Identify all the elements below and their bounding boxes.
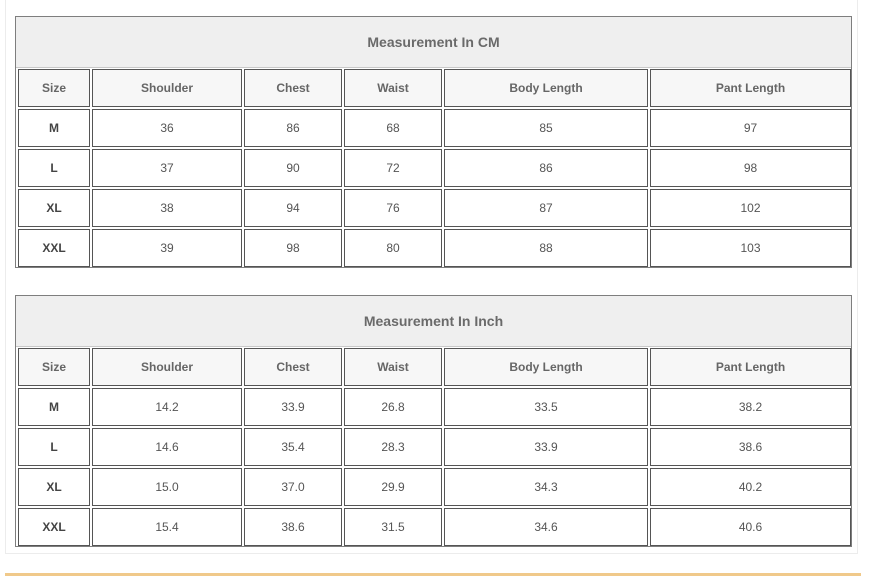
header-chest: Chest [244, 69, 342, 107]
shoulder-cell: 14.2 [92, 388, 242, 426]
header-waist: Waist [344, 69, 442, 107]
pant-length-cell: 38.6 [650, 428, 851, 466]
pant-length-cell: 103 [650, 229, 851, 267]
chest-cell: 90 [244, 149, 342, 187]
table-row: XL 38 94 76 87 102 [18, 189, 851, 227]
header-shoulder: Shoulder [92, 348, 242, 386]
table-row: XL 15.0 37.0 29.9 34.3 40.2 [18, 468, 851, 506]
size-cell: XL [18, 189, 90, 227]
pant-length-cell: 98 [650, 149, 851, 187]
header-size: Size [18, 69, 90, 107]
header-pant-length: Pant Length [650, 348, 851, 386]
table-row: XXL 39 98 80 88 103 [18, 229, 851, 267]
table-row: XXL 15.4 38.6 31.5 34.6 40.6 [18, 508, 851, 546]
body-length-cell: 85 [444, 109, 648, 147]
size-cell: XL [18, 468, 90, 506]
size-cell: M [18, 109, 90, 147]
chest-cell: 98 [244, 229, 342, 267]
size-cell: L [18, 428, 90, 466]
chest-cell: 37.0 [244, 468, 342, 506]
shoulder-cell: 15.0 [92, 468, 242, 506]
header-row: Size Shoulder Chest Waist Body Length Pa… [18, 348, 851, 386]
body-length-cell: 34.6 [444, 508, 648, 546]
shoulder-cell: 39 [92, 229, 242, 267]
waist-cell: 28.3 [344, 428, 442, 466]
waist-cell: 80 [344, 229, 442, 267]
shoulder-cell: 37 [92, 149, 242, 187]
shoulder-cell: 38 [92, 189, 242, 227]
size-cell: L [18, 149, 90, 187]
chest-cell: 38.6 [244, 508, 342, 546]
body-length-cell: 33.9 [444, 428, 648, 466]
body-length-cell: 88 [444, 229, 648, 267]
size-cell: XXL [18, 229, 90, 267]
header-body-length: Body Length [444, 69, 648, 107]
header-waist: Waist [344, 348, 442, 386]
header-chest: Chest [244, 348, 342, 386]
waist-cell: 72 [344, 149, 442, 187]
size-grid: Size Shoulder Chest Waist Body Length Pa… [16, 67, 853, 269]
pant-length-cell: 102 [650, 189, 851, 227]
shoulder-cell: 14.6 [92, 428, 242, 466]
waist-cell: 76 [344, 189, 442, 227]
body-length-cell: 87 [444, 189, 648, 227]
pant-length-cell: 40.6 [650, 508, 851, 546]
shoulder-cell: 36 [92, 109, 242, 147]
header-row: Size Shoulder Chest Waist Body Length Pa… [18, 69, 851, 107]
shoulder-cell: 15.4 [92, 508, 242, 546]
chest-cell: 33.9 [244, 388, 342, 426]
cm-measurement-table: Measurement In CM Size Shoulder Chest Wa… [15, 16, 852, 268]
table-row: M 36 86 68 85 97 [18, 109, 851, 147]
pant-length-cell: 38.2 [650, 388, 851, 426]
header-shoulder: Shoulder [92, 69, 242, 107]
body-length-cell: 34.3 [444, 468, 648, 506]
chest-cell: 86 [244, 109, 342, 147]
table-caption: Measurement In Inch [16, 296, 851, 347]
header-size: Size [18, 348, 90, 386]
inch-measurement-table: Measurement In Inch Size Shoulder Chest … [15, 295, 852, 547]
waist-cell: 29.9 [344, 468, 442, 506]
body-length-cell: 86 [444, 149, 648, 187]
pant-length-cell: 40.2 [650, 468, 851, 506]
table-row: L 14.6 35.4 28.3 33.9 38.6 [18, 428, 851, 466]
size-grid: Size Shoulder Chest Waist Body Length Pa… [16, 346, 853, 548]
header-pant-length: Pant Length [650, 69, 851, 107]
pant-length-cell: 97 [650, 109, 851, 147]
body-length-cell: 33.5 [444, 388, 648, 426]
chest-cell: 94 [244, 189, 342, 227]
waist-cell: 68 [344, 109, 442, 147]
table-caption: Measurement In CM [16, 17, 851, 68]
waist-cell: 26.8 [344, 388, 442, 426]
chest-cell: 35.4 [244, 428, 342, 466]
waist-cell: 31.5 [344, 508, 442, 546]
header-body-length: Body Length [444, 348, 648, 386]
size-cell: M [18, 388, 90, 426]
table-row: L 37 90 72 86 98 [18, 149, 851, 187]
size-cell: XXL [18, 508, 90, 546]
table-row: M 14.2 33.9 26.8 33.5 38.2 [18, 388, 851, 426]
